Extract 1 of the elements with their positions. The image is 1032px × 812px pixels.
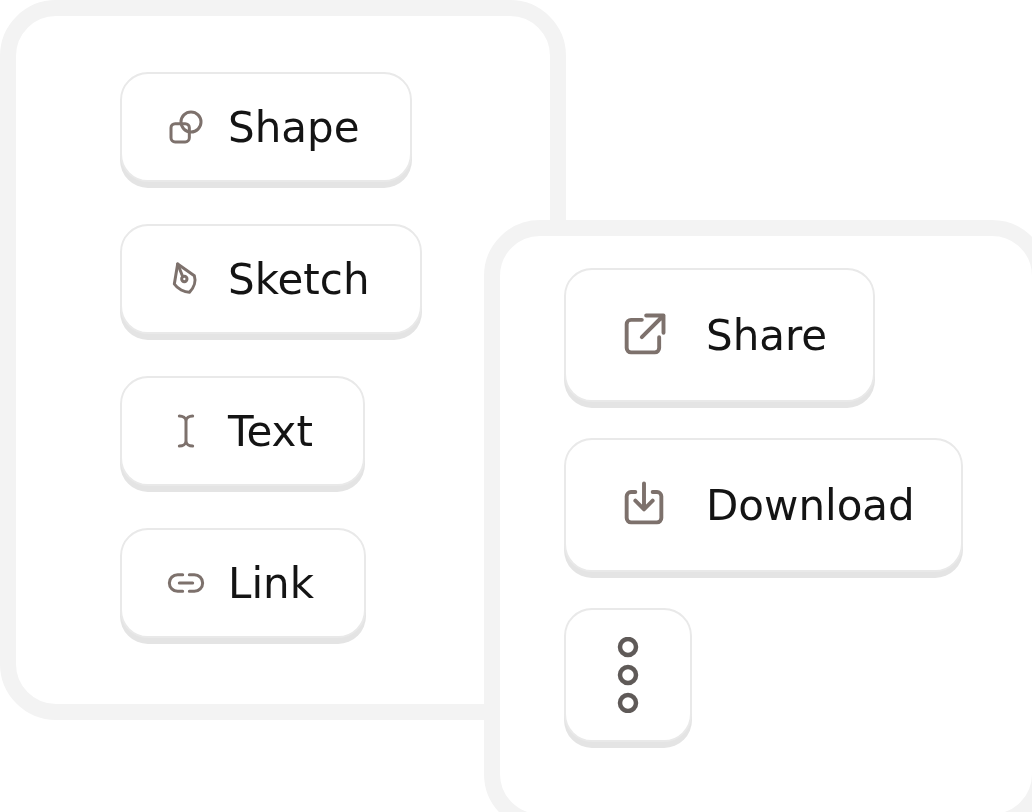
more-icon [616,637,640,713]
